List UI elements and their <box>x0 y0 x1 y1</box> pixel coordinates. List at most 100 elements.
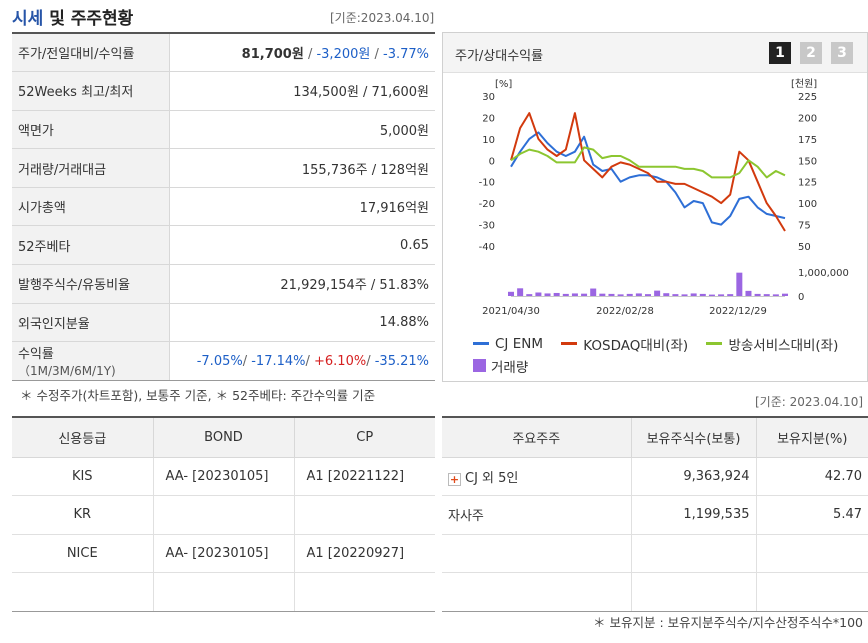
chart-page-1-button[interactable]: 1 <box>769 42 791 64</box>
x-tick-label: 2021/04/30 <box>482 306 540 317</box>
right-tick-label: 200 <box>798 113 817 124</box>
row-value: 21,929,154주 / 51.83% <box>169 264 435 304</box>
row-label: 액면가 <box>12 110 170 150</box>
legend-item: KOSDAQ대비(좌) <box>561 334 688 354</box>
price-chart: [%] [천원]3020100-10-20-30-4022520017515012… <box>479 78 849 317</box>
left-tick-label: -40 <box>479 242 495 253</box>
volume-bar <box>718 294 725 296</box>
chart-pagination: 1 2 3 <box>769 42 853 64</box>
volume-tick-label: 1,000,000 <box>798 268 849 279</box>
volume-bar <box>654 290 661 296</box>
left-tick-label: 20 <box>482 113 495 124</box>
volume-bar <box>672 294 679 296</box>
table-row: + CJ 외 5인 9,363,924 42.70 <box>442 457 868 496</box>
chart-legend: CJ ENM KOSDAQ대비(좌) 방송서비스대비(좌) 거래량 <box>473 333 863 378</box>
section-title: 시세 및 주주현황 <box>12 9 134 29</box>
table-row: KR <box>12 495 435 535</box>
right-tick-label: 100 <box>798 199 817 210</box>
right-tick-label: 150 <box>798 156 817 167</box>
legend-item: 방송서비스대비(좌) <box>706 334 838 354</box>
x-tick-label: 2022/02/28 <box>596 306 654 317</box>
table-row: 주가/전일대비/수익률 81,700원 / -3,200원 / -3.77% <box>12 33 435 73</box>
volume-tick-label: 0 <box>798 292 804 303</box>
volume-bar <box>590 288 597 296</box>
cp-cell <box>294 572 435 612</box>
cp-cell: A1 [20221122] <box>294 457 435 496</box>
left-tick-label: -10 <box>479 178 495 189</box>
holder-percent-cell: 5.47 <box>756 495 868 535</box>
volume-bar <box>526 294 533 296</box>
column-header: BOND <box>153 417 295 458</box>
price-table: 주가/전일대비/수익률 81,700원 / -3,200원 / -3.77% 5… <box>12 32 435 381</box>
left-tick-label: 30 <box>482 92 495 103</box>
series-line-1 <box>510 112 786 232</box>
volume-bar <box>581 293 588 296</box>
cp-cell <box>294 495 435 535</box>
chart-page-3-button[interactable]: 3 <box>831 42 853 64</box>
expand-plus-icon[interactable]: + <box>448 472 461 486</box>
legend-line-icon <box>561 342 578 345</box>
volume-bar <box>562 293 569 296</box>
series-line-0 <box>510 131 786 226</box>
volume-bar <box>571 293 578 296</box>
left-tick-label: 10 <box>482 135 495 146</box>
table-row <box>12 572 435 612</box>
volume-bar <box>635 293 642 296</box>
column-header: 신용등급 <box>12 417 154 458</box>
holder-name-cell <box>442 572 632 612</box>
return-values: -7.05%/ -17.14%/ +6.10%/ -35.21% <box>169 341 435 381</box>
table-row: 수익률 （1M/3M/6M/1Y) -7.05%/ -17.14%/ +6.10%… <box>12 341 435 381</box>
volume-bar <box>745 290 752 296</box>
legend-item: 거래량 <box>473 356 528 376</box>
table-row: KIS AA- [20230105] A1 [20221122] <box>12 457 435 496</box>
volume-bar <box>699 293 706 296</box>
table-row: 시가총액 17,916억원 <box>12 187 435 227</box>
table-row: 자사주 1,199,535 5.47 <box>442 495 868 535</box>
row-label: 발행주식수/유동비율 <box>12 264 170 304</box>
volume-bar <box>617 294 624 296</box>
volume-bar <box>772 294 779 296</box>
price-value: 81,700원 / -3,200원 / -3.77% <box>169 33 435 73</box>
chart-header: 주가/상대수익률 1 2 3 <box>443 33 867 73</box>
volume-bar <box>782 293 788 296</box>
holder-base-date: [기준: 2023.04.10] <box>755 395 864 409</box>
return-label: 수익률 （1M/3M/6M/1Y) <box>12 341 170 381</box>
holder-name-cell[interactable]: + CJ 외 5인 <box>442 457 632 496</box>
right-tick-label: 75 <box>798 221 811 232</box>
row-value: 155,736주 / 128억원 <box>169 148 435 188</box>
table-row: 발행주식수/유동비율 21,929,154주 / 51.83% <box>12 264 435 304</box>
agency-cell: KIS <box>12 457 154 496</box>
table-row: NICE AA- [20230105] A1 [20220927] <box>12 534 435 573</box>
volume-bar <box>681 294 688 296</box>
left-axis-label: [%] <box>495 79 512 90</box>
legend-line-icon <box>473 342 489 345</box>
agency-cell <box>12 572 154 612</box>
agency-cell: NICE <box>12 534 154 573</box>
volume-bar <box>736 272 743 296</box>
bond-cell <box>153 495 295 535</box>
volume-bar <box>645 294 651 296</box>
bond-cell: AA- [20230105] <box>153 534 295 573</box>
volume-bar <box>626 293 633 296</box>
volume-bar <box>690 293 697 296</box>
table-row <box>442 534 868 573</box>
volume-bar <box>599 293 606 296</box>
table-row: 거래량/거래대금 155,736주 / 128억원 <box>12 148 435 188</box>
legend-item: CJ ENM <box>473 336 543 352</box>
holder-shares-cell <box>631 534 757 573</box>
row-label: 시가총액 <box>12 187 170 227</box>
chart-page-2-button[interactable]: 2 <box>800 42 822 64</box>
table-row: 52주베타 0.65 <box>12 225 435 266</box>
right-axis-label: [천원] <box>791 78 817 90</box>
column-header: 주요주주 <box>442 417 632 458</box>
column-header: 보유주식수(보통) <box>631 417 757 458</box>
left-tick-label: 0 <box>489 156 495 167</box>
volume-bar <box>763 294 770 296</box>
table-row <box>442 572 868 612</box>
holder-name-cell: 자사주 <box>442 495 632 535</box>
holder-percent-cell <box>756 534 868 573</box>
legend-line-icon <box>706 342 723 345</box>
table-row: 52Weeks 최고/최저 134,500원 / 71,600원 <box>12 71 435 111</box>
row-label: 52Weeks 최고/최저 <box>12 71 170 111</box>
credit-rating-table: 신용등급 BOND CP KIS AA- [20230105] A1 [202211… <box>12 416 435 612</box>
